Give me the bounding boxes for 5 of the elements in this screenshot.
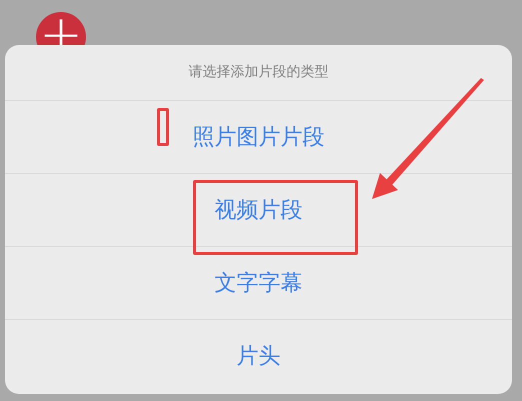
marker-box (157, 108, 169, 146)
option-button[interactable]: 片头 (236, 340, 280, 373)
option-button[interactable]: 文字字幕 (214, 266, 302, 300)
option-button[interactable]: 照片图片片段 (192, 120, 324, 154)
option-button[interactable]: 视频片段 (214, 194, 302, 226)
